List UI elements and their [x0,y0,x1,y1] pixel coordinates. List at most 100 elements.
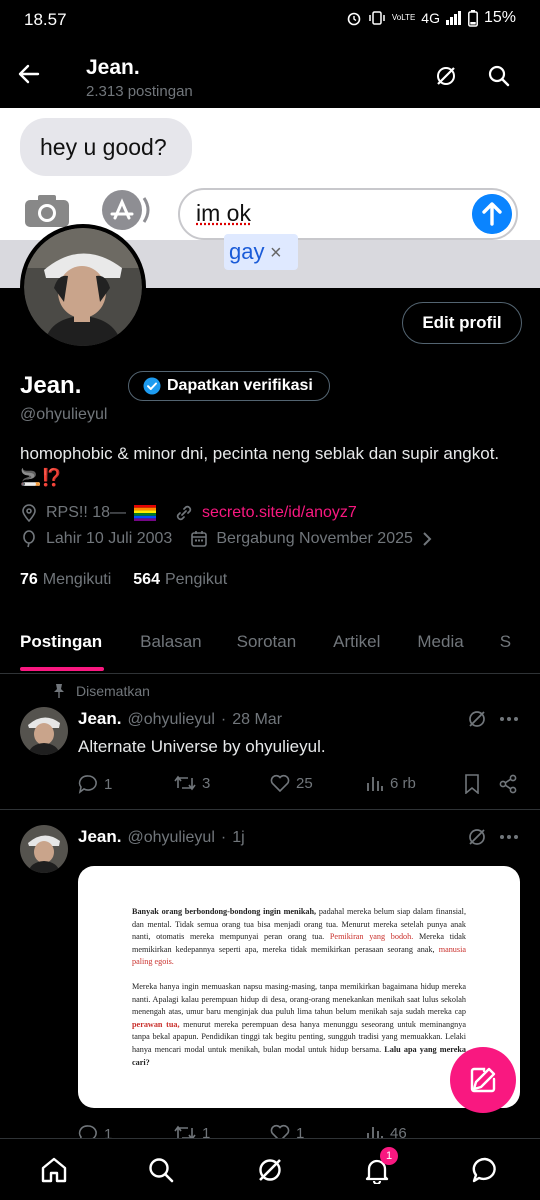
banner-message-text: im ok [196,200,251,226]
profile-meta-row-2: Lahir 10 Juli 2003 Bergabung November 20… [20,530,433,548]
autocorrect-dismiss: × [270,242,282,264]
rainbow-flag-icon [134,505,157,521]
doc-bold-intro: Banyak orang berbondong-bondong ingin me… [132,907,317,916]
pinned-label: Disematkan [52,683,150,699]
post-image-document: Banyak orang berbondong-bondong ingin me… [78,866,520,1069]
profile-header: Jean. 2.313 postingan [0,40,540,108]
grok-icon[interactable] [434,64,458,88]
profile-handle: @ohyulieyul [20,406,108,423]
repost-action[interactable]: 3 [174,774,210,792]
more-options-icon[interactable] [499,716,519,722]
search-icon[interactable] [147,1156,175,1184]
post-separator: · [220,829,227,846]
following-stat[interactable]: 76 Mengikuti [20,571,111,589]
like-action[interactable]: 25 [270,774,313,792]
post-header: Jean. @ohyulieyul · 28 Mar [78,709,282,729]
reply-action[interactable]: 1 [78,774,112,794]
profile-name: Jean. [20,372,82,399]
balloon-icon [23,530,35,548]
active-tab-indicator [20,667,104,671]
banner-message-bubble: hey u good? [20,118,192,176]
post-header: Jean. @ohyulieyul · 1j [78,827,245,847]
more-options-icon[interactable] [499,834,519,840]
compose-icon [470,1067,496,1093]
status-icons: VoLTE 4G 15% [346,9,516,27]
heart-icon [270,774,290,792]
grok-icon[interactable] [256,1156,284,1184]
link-icon [176,505,192,521]
post-avatar[interactable] [20,707,68,755]
avatar-photo [24,228,142,346]
views-icon [367,777,383,791]
post-author-handle[interactable]: @ohyulieyul [127,711,214,729]
reply-count: 1 [104,775,113,793]
post-author-handle[interactable]: @ohyulieyul [127,829,214,847]
post-text: Alternate Universe by ohyulieyul. [78,737,326,756]
post-author-name[interactable]: Jean. [78,827,121,847]
alarm-icon [347,12,361,26]
post-avatar[interactable] [20,825,68,873]
profile-avatar[interactable] [20,224,146,350]
verified-badge-icon [143,377,161,395]
post-time[interactable]: 1j [232,829,244,847]
followers-count: 564 [133,571,160,588]
profile-link[interactable]: secreto.site/id/anoyz7 [202,504,357,522]
location-icon [22,504,36,522]
autocorrect-suggestion: gay [229,239,265,264]
like-count: 25 [296,774,313,792]
header-title: Jean. [86,56,140,79]
bottom-navigation [0,1138,540,1200]
reply-icon [78,775,97,794]
compose-post-button[interactable] [450,1047,516,1113]
follow-stats: 76 Mengikuti 564 Pengikut [20,571,227,589]
doc-text: Mereka hanya ingin memuaskan napsu masin… [132,981,466,1017]
status-time: 18.57 [24,10,67,29]
share-icon[interactable] [498,774,518,794]
repost-count: 3 [202,774,211,792]
calendar-icon [191,531,208,547]
battery-icon [468,9,478,27]
signal-icon [445,11,461,25]
repost-icon [174,775,196,791]
doc-highlight: perawan tua, [132,1019,180,1029]
grok-icon[interactable] [467,709,487,729]
post-author-name[interactable]: Jean. [78,709,121,729]
edit-profile-button[interactable]: Edit profil [402,302,522,344]
vibrate-icon [369,11,385,25]
following-count: 76 [20,571,38,588]
network-type: 4G [421,10,440,26]
tab-artikel[interactable]: Artikel [333,618,380,673]
profile-meta-row-1: RPS!! 18— secreto.site/id/anoyz7 [20,504,357,522]
tab-media[interactable]: Media [417,618,463,673]
views-count: 6 rb [390,774,416,792]
tab-postingan[interactable]: Postingan [20,618,102,673]
profile-birthday: Lahir 10 Juli 2003 [46,530,173,547]
post-time[interactable]: 28 Mar [232,711,282,729]
status-bar: 18.57 VoLTE 4G 15% [0,0,540,40]
pinned-text: Disematkan [76,683,150,699]
send-arrow-icon [472,194,512,234]
search-icon[interactable] [487,64,511,88]
profile-bio: homophobic & minor dni, pecinta neng seb… [20,444,500,487]
get-verified-button[interactable]: Dapatkan verifikasi [128,371,330,401]
followers-stat[interactable]: 564 Pengikut [133,571,227,589]
bookmark-icon[interactable] [464,774,480,794]
profile-location: RPS!! 18— [46,504,127,521]
home-icon[interactable] [40,1156,68,1184]
post-divider [0,809,540,810]
doc-highlight: Pemikiran yang bodoh. [329,932,414,942]
messages-icon[interactable] [471,1156,499,1184]
grok-icon[interactable] [467,827,487,847]
tab-overflow[interactable]: S [500,618,511,673]
tab-sorotan[interactable]: Sorotan [237,618,297,673]
get-verified-label: Dapatkan verifikasi [167,377,313,394]
notification-badge: 1 [380,1147,398,1165]
tab-balasan[interactable]: Balasan [140,618,201,673]
camera-icon [25,195,69,227]
pin-icon [54,684,64,698]
chevron-right-icon[interactable] [421,530,433,548]
back-arrow-icon[interactable] [18,64,40,84]
profile-joined: Bergabung November 2025 [216,530,413,547]
views-action[interactable]: 6 rb [366,774,416,792]
post-separator: · [220,711,227,728]
